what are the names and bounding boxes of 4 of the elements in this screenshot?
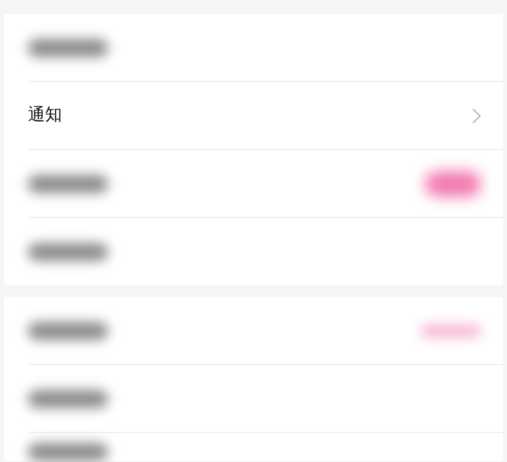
blurred-value	[421, 324, 481, 336]
settings-row[interactable]: 通知	[4, 82, 503, 149]
row-label: 通知	[28, 104, 62, 127]
chevron-icon	[472, 108, 481, 124]
